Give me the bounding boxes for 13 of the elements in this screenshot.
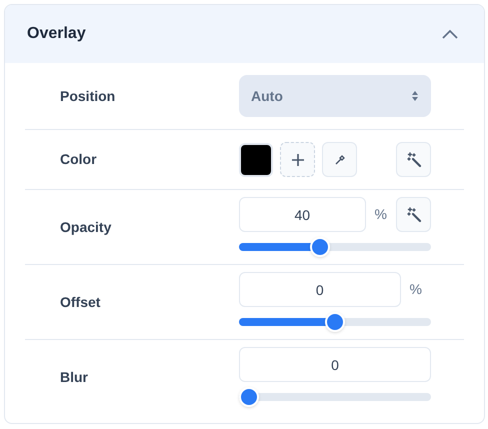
row-label: Opacity — [59, 218, 112, 237]
panel-header[interactable]: Overlay — [5, 5, 484, 63]
row-label: Color — [59, 150, 98, 169]
row-label: Offset — [59, 292, 102, 312]
number-field[interactable]: 0 — [239, 272, 401, 307]
row-label: Blur — [59, 368, 89, 386]
unit-label: % — [410, 280, 422, 299]
position-select[interactable]: Auto — [239, 75, 431, 117]
unit-label: % — [374, 205, 387, 224]
number-field[interactable]: 40 — [239, 197, 366, 232]
number-field[interactable]: 0 — [239, 347, 431, 382]
panel-title: Overlay — [27, 24, 86, 44]
row-label: Position — [59, 86, 116, 106]
